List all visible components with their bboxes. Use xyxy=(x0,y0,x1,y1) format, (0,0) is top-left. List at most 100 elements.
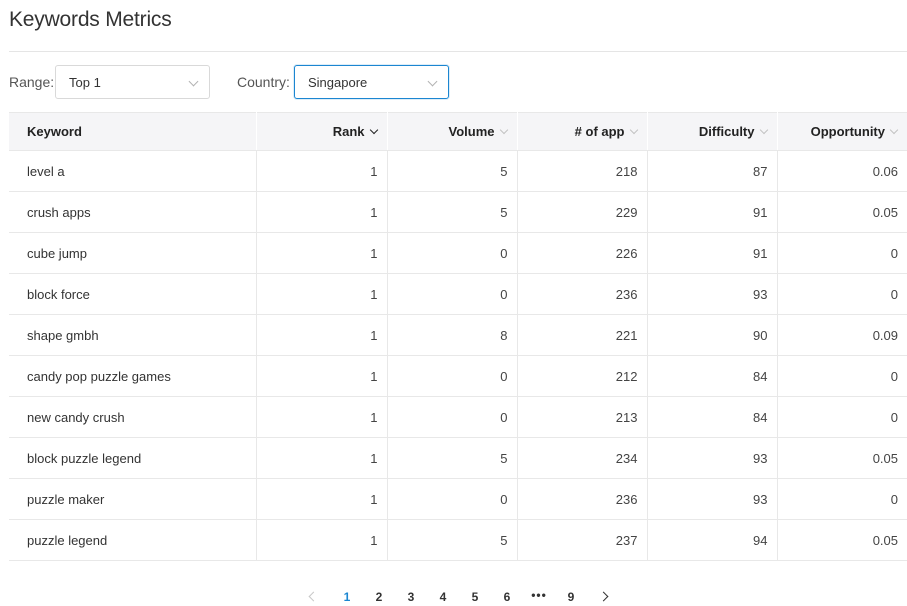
opportunity-cell: 0.05 xyxy=(777,437,907,479)
title-divider xyxy=(9,51,907,52)
rank-cell: 1 xyxy=(256,314,388,356)
num-apps-cell: 236 xyxy=(517,273,648,315)
difficulty-cell: 93 xyxy=(647,273,778,315)
sort-down-icon xyxy=(759,125,768,135)
volume-cell: 5 xyxy=(387,519,518,561)
page-2-button[interactable]: 2 xyxy=(371,590,387,604)
page-3-button[interactable]: 3 xyxy=(403,590,419,604)
page-5-button[interactable]: 5 xyxy=(467,590,483,604)
rank-cell: 1 xyxy=(256,273,388,315)
keyword-cell: block puzzle legend xyxy=(9,437,257,479)
num-apps-cell: 218 xyxy=(517,150,648,192)
volume-cell: 5 xyxy=(387,191,518,233)
page-title: Keywords Metrics xyxy=(9,8,172,31)
table-body: level a 1 5 218 87 0.06 crush apps 1 5 2… xyxy=(9,150,907,561)
table-row: crush apps 1 5 229 91 0.05 xyxy=(9,191,907,233)
table-row: block puzzle legend 1 5 234 93 0.05 xyxy=(9,437,907,479)
volume-cell: 0 xyxy=(387,396,518,438)
opportunity-cell: 0.06 xyxy=(777,150,907,192)
num-apps-cell: 237 xyxy=(517,519,648,561)
keyword-cell: level a xyxy=(9,150,257,192)
rank-cell: 1 xyxy=(256,150,388,192)
volume-cell: 0 xyxy=(387,355,518,397)
sort-down-icon xyxy=(369,125,378,135)
keyword-cell: shape gmbh xyxy=(9,314,257,356)
chevron-right-icon[interactable] xyxy=(598,591,609,602)
range-select[interactable]: Top 1 xyxy=(55,65,210,99)
difficulty-cell: 93 xyxy=(647,478,778,520)
opportunity-cell: 0.05 xyxy=(777,519,907,561)
difficulty-cell: 87 xyxy=(647,150,778,192)
column-header-label: Rank xyxy=(332,124,365,139)
column-header-label: # of app xyxy=(574,124,625,139)
volume-cell: 0 xyxy=(387,478,518,520)
rank-cell: 1 xyxy=(256,396,388,438)
page-4-button[interactable]: 4 xyxy=(435,590,451,604)
range-select-value: Top 1 xyxy=(69,75,101,90)
rank-cell: 1 xyxy=(256,232,388,274)
num-apps-cell: 234 xyxy=(517,437,648,479)
page-6-button[interactable]: 6 xyxy=(499,590,515,604)
pagination: 1 2 3 4 5 6 ••• 9 xyxy=(0,588,907,606)
column-header-rank[interactable]: Rank xyxy=(256,112,388,151)
difficulty-cell: 90 xyxy=(647,314,778,356)
volume-cell: 8 xyxy=(387,314,518,356)
column-header-label: Difficulty xyxy=(698,124,755,139)
table-row: new candy crush 1 0 213 84 0 xyxy=(9,396,907,438)
table-row: shape gmbh 1 8 221 90 0.09 xyxy=(9,314,907,356)
opportunity-cell: 0 xyxy=(777,396,907,438)
volume-cell: 0 xyxy=(387,273,518,315)
column-header-difficulty[interactable]: Difficulty xyxy=(647,112,778,151)
difficulty-cell: 84 xyxy=(647,355,778,397)
column-header-label: Volume xyxy=(448,124,495,139)
keyword-cell: puzzle maker xyxy=(9,478,257,520)
sort-down-icon xyxy=(889,125,899,135)
rank-cell: 1 xyxy=(256,355,388,397)
sort-down-icon xyxy=(499,125,508,135)
page-1-button[interactable]: 1 xyxy=(339,590,355,604)
table-row: level a 1 5 218 87 0.06 xyxy=(9,150,907,192)
keyword-cell: candy pop puzzle games xyxy=(9,355,257,397)
column-header-num-apps[interactable]: # of app xyxy=(517,112,648,151)
num-apps-cell: 236 xyxy=(517,478,648,520)
keyword-cell: cube jump xyxy=(9,232,257,274)
volume-cell: 5 xyxy=(387,150,518,192)
table-row: puzzle legend 1 5 237 94 0.05 xyxy=(9,519,907,561)
volume-cell: 0 xyxy=(387,232,518,274)
country-select[interactable]: Singapore xyxy=(294,65,449,99)
rank-cell: 1 xyxy=(256,478,388,520)
chevron-left-icon[interactable] xyxy=(308,591,319,602)
num-apps-cell: 229 xyxy=(517,191,648,233)
difficulty-cell: 94 xyxy=(647,519,778,561)
rank-cell: 1 xyxy=(256,519,388,561)
rank-cell: 1 xyxy=(256,191,388,233)
range-label: Range: xyxy=(9,74,55,90)
opportunity-cell: 0.05 xyxy=(777,191,907,233)
column-header-opportunity[interactable]: Opportunity xyxy=(777,112,907,151)
opportunity-cell: 0.09 xyxy=(777,314,907,356)
table-header-row: Keyword Rank Volume # of app Difficulty … xyxy=(9,112,907,151)
opportunity-cell: 0 xyxy=(777,232,907,274)
keyword-cell: block force xyxy=(9,273,257,315)
rank-cell: 1 xyxy=(256,437,388,479)
page-ellipsis[interactable]: ••• xyxy=(531,588,547,602)
country-select-value: Singapore xyxy=(308,75,368,90)
num-apps-cell: 213 xyxy=(517,396,648,438)
num-apps-cell: 226 xyxy=(517,232,648,274)
volume-cell: 5 xyxy=(387,437,518,479)
difficulty-cell: 91 xyxy=(647,232,778,274)
num-apps-cell: 212 xyxy=(517,355,648,397)
difficulty-cell: 93 xyxy=(647,437,778,479)
num-apps-cell: 221 xyxy=(517,314,648,356)
keyword-cell: crush apps xyxy=(9,191,257,233)
table-row: block force 1 0 236 93 0 xyxy=(9,273,907,315)
chevron-down-icon xyxy=(427,76,438,87)
sort-down-icon xyxy=(629,125,638,135)
country-label: Country: xyxy=(237,74,290,90)
page-9-button[interactable]: 9 xyxy=(563,590,579,604)
table-row: puzzle maker 1 0 236 93 0 xyxy=(9,478,907,520)
column-header-keyword[interactable]: Keyword xyxy=(9,112,257,151)
keywords-table: Keyword Rank Volume # of app Difficulty … xyxy=(9,112,907,561)
column-header-volume[interactable]: Volume xyxy=(387,112,518,151)
chevron-down-icon xyxy=(188,76,199,87)
